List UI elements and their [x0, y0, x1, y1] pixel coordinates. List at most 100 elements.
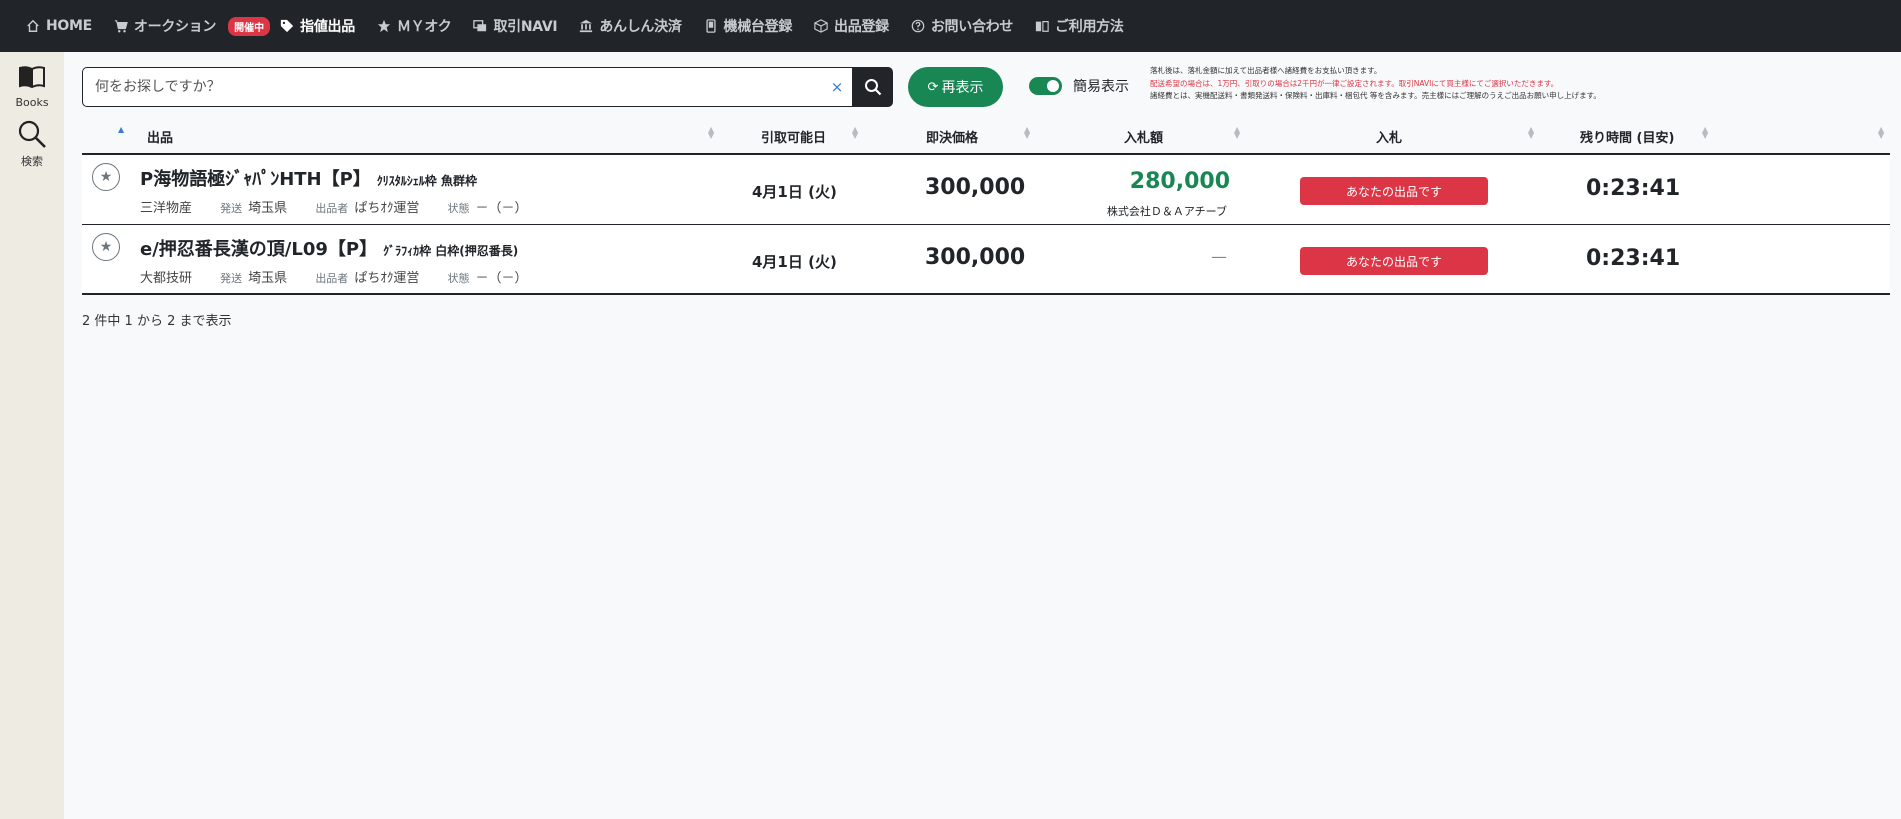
nav-my-auction[interactable]: ＭＹオク — [377, 16, 452, 36]
search-icon — [18, 120, 46, 148]
header-buy-now[interactable]: 即決価格 — [926, 127, 978, 146]
simple-view-toggle[interactable] — [1029, 77, 1062, 95]
left-sidebar: Books 検索 — [0, 52, 64, 819]
fee-note-2: 配送希望の場合は、1万円、引取りの場合は2千円が一律ご設定されます。取引NAVI… — [1150, 78, 1559, 88]
header-item[interactable]: 出品 — [147, 127, 173, 146]
nav-trade-navi[interactable]: 取引NAVI — [473, 16, 558, 36]
sort-icon[interactable]: ▲ ▼ — [1878, 126, 1884, 140]
nav-home-label: HOME — [46, 18, 92, 34]
favorite-star-icon[interactable]: ★ — [92, 163, 120, 191]
sort-icon[interactable]: ▲ ▼ — [1528, 126, 1534, 140]
item-subtitle: ｸﾞﾗﾌｨｶ枠 白枠(押忍番長) — [383, 244, 519, 258]
favorite-star-icon[interactable]: ★ — [92, 233, 120, 261]
bid-amount: — — [1211, 247, 1227, 266]
buy-now-price: 300,000 — [925, 245, 1026, 270]
refresh-button-label: 再表示 — [941, 80, 984, 96]
refresh-icon: ⟳ — [927, 79, 939, 95]
fee-note-3: 諸経費とは、実機配送料・書類発送料・保険料・出庫料・梱包代 等を含みます。売主様… — [1150, 91, 1601, 100]
seller-label: 出品者 — [315, 272, 349, 285]
seller-label: 出品者 — [315, 202, 349, 215]
fee-notes: 落札後は、落札金額に加えて出品者様へ諸経費をお支払い頂きます。 配送希望の場合は… — [1150, 65, 1770, 103]
phone-icon — [704, 19, 718, 33]
bidder-name: 株式会社Ｄ＆Ａアチーブ — [1106, 205, 1227, 218]
item-title-text: P海物語極ｼﾞｬﾊﾟﾝHTH【P】 — [140, 169, 371, 190]
sidebar-search-label: 検索 — [21, 155, 43, 168]
pickup-date: 4月1日 (火) — [752, 183, 837, 201]
own-listing-badge: あなたの出品です — [1300, 177, 1488, 205]
home-icon — [26, 19, 40, 33]
fee-note-1: 落札後は、落札金額に加えて出品者様へ諸経費をお支払い頂きます。 — [1150, 66, 1382, 75]
clear-search-button[interactable]: × — [822, 78, 852, 96]
condition-label: 状態 — [447, 202, 470, 215]
sort-icon[interactable]: ▲ — [118, 126, 124, 134]
header-bid[interactable]: 入札 — [1376, 127, 1402, 146]
nav-machine-register-label: 機械台登録 — [723, 19, 793, 35]
listing-table: ▲ 出品 ▲ ▼ 引取可能日 ▲ ▼ 即決価格 ▲ ▼ 入札額 ▲ ▼ 入札 ▲ ▼ 残り… — [82, 118, 1890, 295]
question-icon — [911, 19, 925, 33]
simple-view-label: 簡易表示 — [1073, 79, 1129, 95]
open-book-icon — [19, 66, 45, 89]
item-title[interactable]: e/押忍番長漢の頂/L09【P】 ｸﾞﾗﾌｨｶ枠 白枠(押忍番長) — [140, 235, 518, 261]
buy-now-price: 300,000 — [925, 175, 1026, 200]
header-time-left[interactable]: 残り時間 (目安) — [1580, 127, 1674, 146]
nav-listing-register[interactable]: 出品登録 — [814, 16, 889, 36]
ship-value: 埼玉県 — [248, 271, 288, 286]
item-maker: 大都技研 — [140, 271, 193, 286]
condition-value: －（－） — [475, 271, 528, 286]
header-bid-amount[interactable]: 入札額 — [1124, 127, 1163, 146]
bid-amount: 280,000 — [1129, 169, 1230, 194]
live-badge: 開催中 — [228, 16, 271, 36]
nav-contact[interactable]: お問い合わせ — [911, 16, 1013, 36]
ship-label: 発送 — [220, 272, 243, 285]
sort-icon[interactable]: ▲ ▼ — [852, 126, 858, 140]
item-subtitle: ｸﾘｽﾀﾙｼｪﾙ枠 魚群枠 — [376, 174, 477, 188]
nav-how-to-use[interactable]: ご利用方法 — [1035, 16, 1124, 36]
sidebar-books[interactable]: Books — [0, 62, 64, 109]
star-icon — [377, 19, 391, 33]
table-row[interactable]: ★ P海物語極ｼﾞｬﾊﾟﾝHTH【P】 ｸﾘｽﾀﾙｼｪﾙ枠 魚群枠 三洋物産 発送… — [82, 155, 1890, 225]
nav-home[interactable]: HOME — [26, 18, 92, 34]
nav-limit-listing[interactable]: 指値出品 — [280, 16, 355, 36]
item-meta: 三洋物産 発送 埼玉県 出品者 ぱちｵｸ運営 状態 －（－） — [140, 197, 527, 216]
nav-auction[interactable]: オークション — [114, 16, 216, 36]
time-left: 0:23:41 — [1586, 246, 1681, 271]
ship-value: 埼玉県 — [248, 201, 288, 216]
nav-listing-register-label: 出品登録 — [834, 19, 889, 35]
condition-value: －（－） — [475, 201, 528, 216]
cart-icon — [114, 19, 128, 33]
condition-label: 状態 — [447, 272, 470, 285]
sort-icon[interactable]: ▲ ▼ — [1024, 126, 1030, 140]
sort-icon[interactable]: ▲ ▼ — [1702, 126, 1708, 140]
nav-safe-payment[interactable]: あんしん決済 — [579, 16, 682, 36]
nav-trade-navi-label: 取引NAVI — [493, 19, 558, 35]
nav-how-to-use-label: ご利用方法 — [1055, 19, 1124, 35]
nav-limit-listing-label: 指値出品 — [300, 19, 355, 35]
item-meta: 大都技研 発送 埼玉県 出品者 ぱちｵｸ運営 状態 －（－） — [140, 267, 527, 286]
nav-my-auction-label: ＭＹオク — [396, 19, 452, 35]
header-pickup-date[interactable]: 引取可能日 — [761, 127, 826, 146]
nav-auction-label: オークション — [133, 19, 217, 35]
refresh-button[interactable]: ⟳ 再表示 — [908, 67, 1003, 107]
ship-label: 発送 — [220, 202, 243, 215]
sidebar-search[interactable]: 検索 — [0, 119, 64, 169]
seller-value: ぱちｵｸ運営 — [354, 201, 420, 216]
table-row[interactable]: ★ e/押忍番長漢の頂/L09【P】 ｸﾞﾗﾌｨｶ枠 白枠(押忍番長) 大都技研 … — [82, 225, 1890, 295]
own-listing-badge: あなたの出品です — [1300, 247, 1488, 275]
sort-icon[interactable]: ▲ ▼ — [1234, 126, 1240, 140]
sort-icon[interactable]: ▲ ▼ — [708, 126, 714, 140]
sidebar-books-label: Books — [15, 96, 49, 109]
table-info: 2 件中 1 から 2 まで表示 — [82, 314, 232, 329]
search-button[interactable] — [853, 67, 893, 107]
windows-icon — [473, 19, 487, 33]
nav-machine-register[interactable]: 機械台登録 — [704, 16, 793, 36]
nav-safe-payment-label: あんしん決済 — [599, 19, 682, 35]
seller-value: ぱちｵｸ運営 — [354, 271, 420, 286]
book-icon — [1035, 19, 1049, 33]
search-input[interactable] — [83, 68, 822, 106]
nav-contact-label: お問い合わせ — [930, 19, 1014, 35]
item-title[interactable]: P海物語極ｼﾞｬﾊﾟﾝHTH【P】 ｸﾘｽﾀﾙｼｪﾙ枠 魚群枠 — [140, 165, 477, 191]
item-maker: 三洋物産 — [140, 201, 193, 216]
tag-icon — [280, 19, 294, 33]
table-header: ▲ 出品 ▲ ▼ 引取可能日 ▲ ▼ 即決価格 ▲ ▼ 入札額 ▲ ▼ 入札 ▲ ▼ 残り… — [82, 118, 1890, 155]
box-icon — [814, 19, 828, 33]
